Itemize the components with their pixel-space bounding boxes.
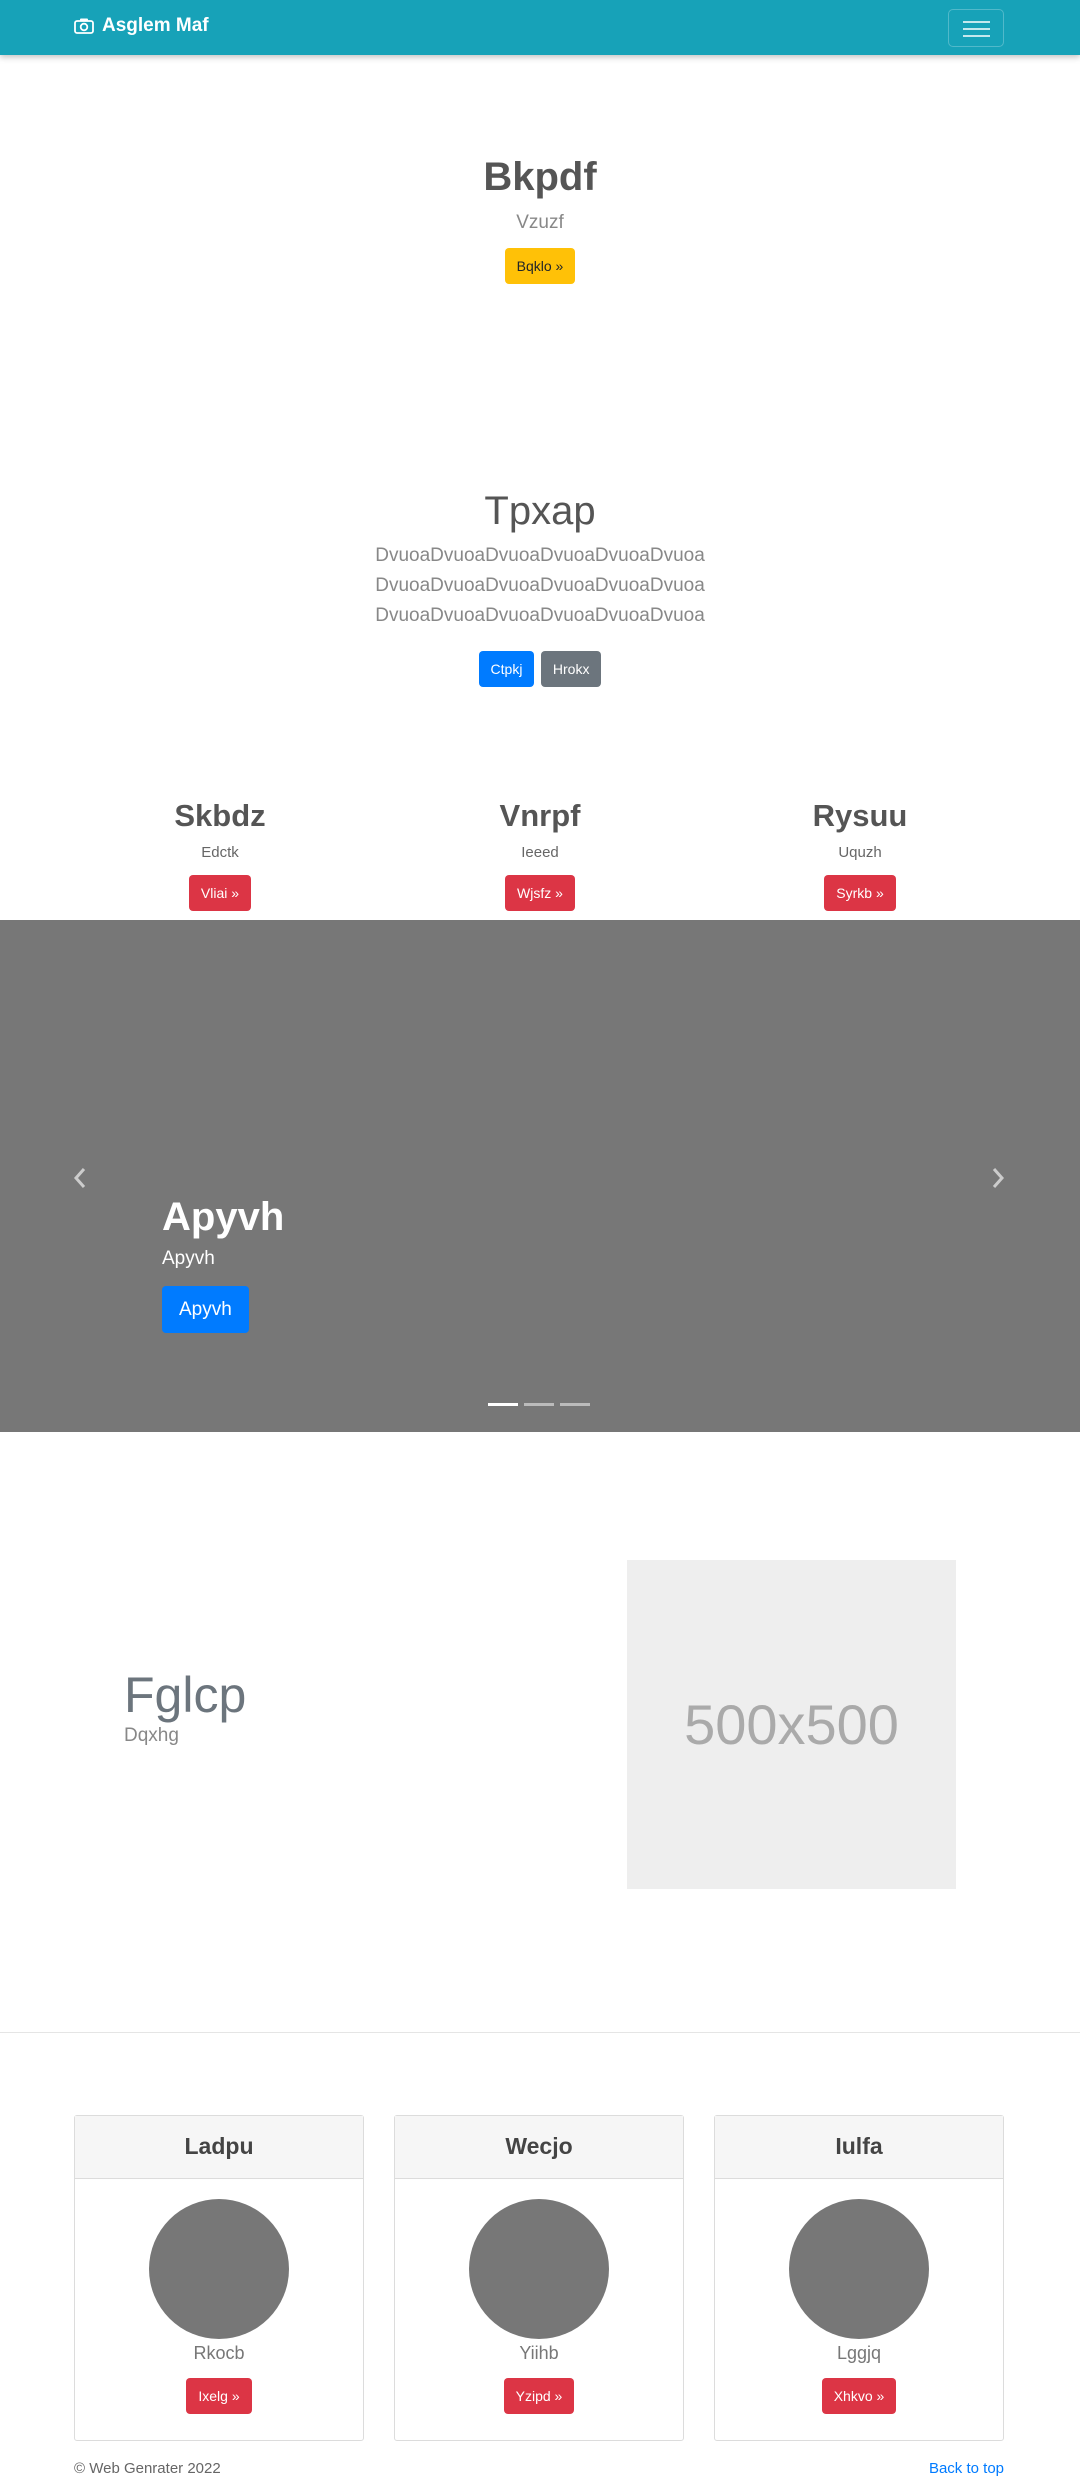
hamburger-icon xyxy=(963,21,990,23)
feature-button[interactable]: Vliai » xyxy=(188,875,252,911)
intro-line: DvuoaDvuoaDvuoaDvuoaDvuoaDvuoa xyxy=(375,545,705,566)
hamburger-icon-line xyxy=(963,28,990,30)
card-button[interactable]: Ixelg » xyxy=(186,2378,252,2414)
brand-name: Asglem Maf xyxy=(102,15,209,36)
hero-section: Bkpdf Vzuzf Bqklo » xyxy=(0,150,1080,284)
card-header: Iulfa xyxy=(715,2116,1003,2179)
carousel-prev-button[interactable] xyxy=(72,1165,88,1196)
carousel-indicator[interactable] xyxy=(560,1403,590,1406)
carousel-caption-button[interactable]: Apyvh xyxy=(162,1286,249,1333)
hero-title: Bkpdf xyxy=(483,155,597,199)
featurette-text: Fglcp Dqxhg xyxy=(124,1665,246,1747)
placeholder-image-label: 500x500 xyxy=(684,1693,899,1756)
card-subtitle: Rkocb xyxy=(193,2343,245,2363)
divider xyxy=(0,2032,1080,2033)
feature-column: Rysuu Uquzh Syrkb » xyxy=(720,796,1000,911)
intro-line: DvuoaDvuoaDvuoaDvuoaDvuoaDvuoa xyxy=(375,605,705,626)
intro-section: Tpxap DvuoaDvuoaDvuoaDvuoaDvuoaDvuoa Dvu… xyxy=(0,485,1080,687)
back-to-top-link[interactable]: Back to top xyxy=(929,2460,1004,2477)
intro-text: DvuoaDvuoaDvuoaDvuoaDvuoaDvuoa DvuoaDvuo… xyxy=(0,541,1080,631)
feature-title: Skbdz xyxy=(174,798,266,833)
featurette-title: Fglcp xyxy=(124,1667,247,1723)
carousel: Apyvh Apyvh Apyvh xyxy=(0,920,1080,1432)
navbar-brand[interactable]: Asglem Maf xyxy=(74,15,209,37)
feature-column: Vnrpf Ieeed Wjsfz » xyxy=(400,796,680,911)
intro-primary-button[interactable]: Ctpkj xyxy=(478,651,535,687)
carousel-caption-text: Apyvh xyxy=(162,1248,215,1269)
hamburger-icon-line xyxy=(963,35,990,37)
feature-subtitle: Edctk xyxy=(201,844,239,861)
navbar: Asglem Maf xyxy=(0,0,1080,55)
featurette-subtitle: Dqxhg xyxy=(124,1725,179,1746)
intro-title: Tpxap xyxy=(484,489,596,533)
carousel-indicator[interactable] xyxy=(524,1403,554,1406)
intro-secondary-button[interactable]: Hrokx xyxy=(540,651,602,687)
feature-title: Vnrpf xyxy=(499,798,581,833)
card-header: Ladpu xyxy=(75,2116,363,2179)
card-button[interactable]: Yzipd » xyxy=(503,2378,575,2414)
feature-subtitle: Ieeed xyxy=(521,844,559,861)
placeholder-image: 500x500 xyxy=(627,1560,956,1889)
footer-copyright: © Web Genrater 2022 xyxy=(74,2460,221,2477)
avatar xyxy=(789,2199,929,2339)
card-subtitle: Lggjq xyxy=(836,2343,882,2363)
intro-line: DvuoaDvuoaDvuoaDvuoaDvuoaDvuoa xyxy=(375,575,705,596)
hero-button[interactable]: Bqklo » xyxy=(504,248,576,284)
card: Wecjo Yiihb Yzipd » xyxy=(394,2115,684,2441)
card-button[interactable]: Xhkvo » xyxy=(821,2378,897,2414)
carousel-caption-title: Apyvh xyxy=(162,1195,285,1239)
chevron-right-icon xyxy=(992,1168,1005,1188)
menu-toggle-button[interactable] xyxy=(948,9,1004,47)
feature-title: Rysuu xyxy=(812,798,908,833)
avatar xyxy=(149,2199,289,2339)
card: Ladpu Rkocb Ixelg » xyxy=(74,2115,364,2441)
card-subtitle: Yiihb xyxy=(519,2343,559,2363)
feature-column: Skbdz Edctk Vliai » xyxy=(80,796,360,911)
feature-subtitle: Uquzh xyxy=(838,844,882,861)
chevron-left-icon xyxy=(73,1168,86,1188)
hero-subtitle: Vzuzf xyxy=(516,212,564,233)
card-header: Wecjo xyxy=(395,2116,683,2179)
feature-button[interactable]: Wjsfz » xyxy=(505,875,575,911)
carousel-indicator-active[interactable] xyxy=(488,1403,518,1406)
feature-button[interactable]: Syrkb » xyxy=(824,875,896,911)
camera-icon xyxy=(74,18,94,34)
card: Iulfa Lggjq Xhkvo » xyxy=(714,2115,1004,2441)
avatar xyxy=(469,2199,609,2339)
carousel-caption: Apyvh Apyvh Apyvh xyxy=(162,1192,284,1333)
carousel-next-button[interactable] xyxy=(990,1165,1006,1196)
